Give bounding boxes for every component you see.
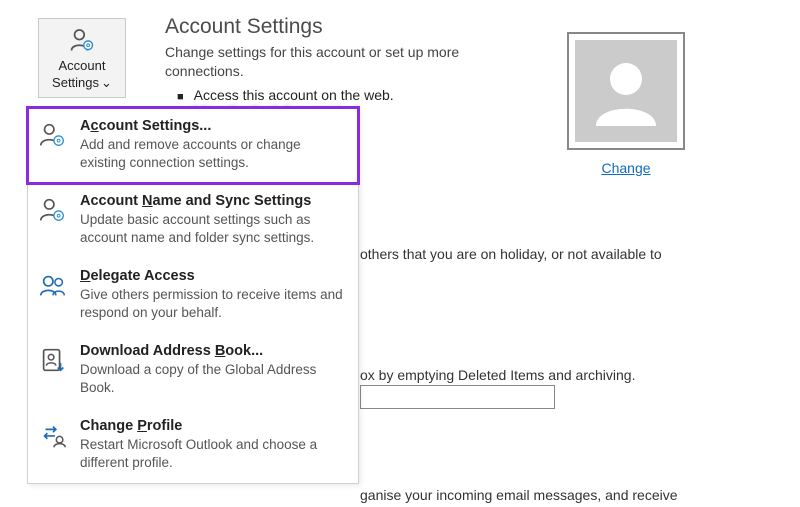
menu-desc: Give others permission to receive items … — [80, 286, 348, 321]
account-settings-ribbon-button[interactable]: Account Settings⌄ — [38, 18, 126, 98]
menu-title: Account Settings... — [80, 118, 348, 134]
menu-desc: Update basic account settings such as ac… — [80, 211, 348, 246]
input-stub[interactable] — [360, 385, 555, 409]
avatar-placeholder-icon — [575, 40, 677, 142]
fragment-holiday-text: others that you are on holiday, or not a… — [360, 246, 785, 262]
fragment-organise-text: ganise your incoming email messages, and… — [360, 487, 785, 503]
menu-desc: Download a copy of the Global Address Bo… — [80, 361, 348, 396]
people-icon — [38, 270, 68, 300]
page-subtitle: Change settings for this account or set … — [165, 43, 495, 81]
menu-title: Download Address Book... — [80, 343, 348, 359]
menu-desc: Restart Microsoft Outlook and choose a d… — [80, 436, 348, 471]
person-gear-icon — [38, 120, 68, 150]
fragment-emptying-text: ox by emptying Deleted Items and archivi… — [360, 367, 785, 383]
menu-title: Account Name and Sync Settings — [80, 193, 348, 209]
address-book-download-icon — [38, 345, 68, 375]
menu-item-account-settings[interactable]: Account Settings... Add and remove accou… — [28, 108, 358, 183]
menu-item-change-profile[interactable]: Change Profile Restart Microsoft Outlook… — [28, 408, 358, 483]
menu-item-name-sync[interactable]: Account Name and Sync Settings Update ba… — [28, 183, 358, 258]
bullet-icon: ■ — [177, 91, 184, 103]
menu-item-delegate-access[interactable]: Delegate Access Give others permission t… — [28, 258, 358, 333]
menu-item-download-address-book[interactable]: Download Address Book... Download a copy… — [28, 333, 358, 408]
page-title: Account Settings — [165, 15, 790, 39]
menu-desc: Add and remove accounts or change existi… — [80, 136, 348, 171]
account-avatar-block: Change — [567, 32, 685, 176]
person-gear-icon — [68, 26, 96, 57]
ribbon-label-line1: Account — [59, 59, 106, 74]
menu-title: Delegate Access — [80, 268, 348, 284]
account-settings-dropdown: Account Settings... Add and remove accou… — [27, 107, 359, 484]
access-web-text: Access this account on the web. — [194, 87, 394, 103]
ribbon-label-line2: Settings⌄ — [52, 76, 112, 91]
avatar-frame — [567, 32, 685, 150]
chevron-down-icon: ⌄ — [101, 76, 112, 91]
person-gear-icon — [38, 195, 68, 225]
switch-profile-icon — [38, 420, 68, 450]
change-photo-link[interactable]: Change — [567, 160, 685, 176]
menu-title: Change Profile — [80, 418, 348, 434]
